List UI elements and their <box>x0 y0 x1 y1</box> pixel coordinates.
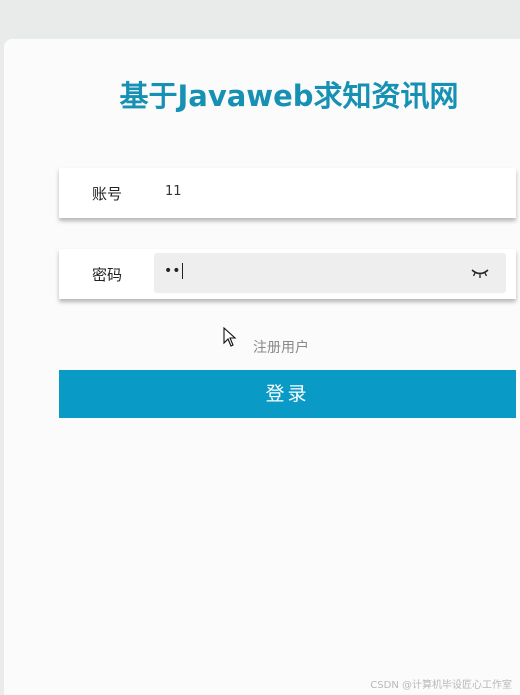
page-title: 基于Javaweb求知资讯网 <box>119 79 459 113</box>
login-card: 基于Javaweb求知资讯网 账号 11 密码 •• 注册用户 登录 <box>4 39 520 695</box>
password-field-row: 密码 •• <box>59 249 516 299</box>
account-input[interactable]: 11 <box>165 184 182 199</box>
account-field-row: 账号 11 <box>59 168 516 218</box>
eye-closed-icon[interactable] <box>471 267 489 279</box>
password-input[interactable]: •• <box>154 253 506 293</box>
text-caret <box>181 263 183 279</box>
watermark: CSDN @计算机毕设匠心工作室 <box>370 680 512 691</box>
login-button[interactable]: 登录 <box>59 370 516 418</box>
register-link[interactable]: 注册用户 <box>253 337 309 357</box>
password-input-value: •• <box>164 263 183 279</box>
password-label: 密码 <box>92 266 123 284</box>
account-label: 账号 <box>92 185 123 203</box>
mouse-cursor-icon <box>223 327 237 347</box>
